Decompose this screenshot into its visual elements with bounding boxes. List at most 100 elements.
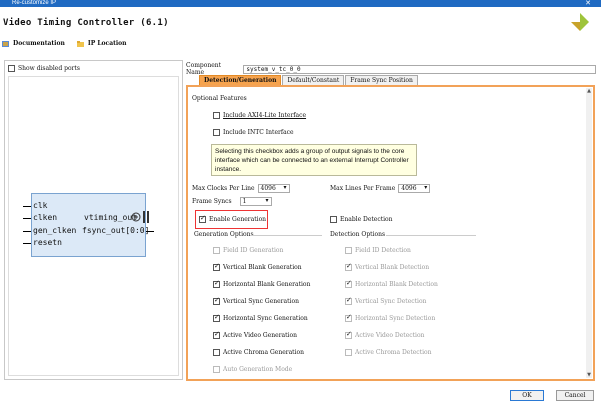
pin-line (23, 231, 31, 232)
enable-generation-option[interactable]: Enable Generation (199, 214, 267, 223)
close-icon[interactable]: ✕ (585, 0, 591, 7)
frame-syncs-field: Frame Syncs 1 ▾ (192, 197, 272, 206)
gen-option-label: Vertical Sync Generation (223, 298, 299, 305)
det-option[interactable]: Horizontal Sync Detection (345, 313, 436, 322)
max-clocks-field: Max Clocks Per Line 4096 ▾ (192, 184, 290, 193)
show-disabled-ports-checkbox[interactable] (8, 65, 15, 72)
port-clken: clken (33, 213, 58, 222)
page-title: Video Timing Controller (6.1) (3, 18, 169, 28)
book-icon (2, 40, 9, 47)
gen-option[interactable]: Vertical Blank Generation (213, 262, 302, 271)
gen-option[interactable]: Horizontal Blank Generation (213, 279, 311, 288)
tooltip: Selecting this checkbox adds a group of … (211, 144, 417, 176)
include-axi4-lite-checkbox[interactable] (213, 112, 220, 119)
det-option-checkbox[interactable] (345, 262, 352, 271)
det-option-label: Vertical Sync Detection (355, 298, 427, 305)
frame-syncs-select[interactable]: 1 ▾ (239, 197, 272, 206)
cancel-button[interactable]: Cancel (556, 390, 594, 401)
gen-option[interactable]: Auto Generation Mode (213, 366, 292, 373)
det-option-checkbox[interactable] (345, 313, 352, 322)
enable-detection-label: Enable Detection (340, 216, 393, 223)
config-panel: Component Name system_v_tc_0_0 Detection… (186, 60, 596, 387)
max-lines-field: Max Lines Per Frame 4096 ▾ (330, 184, 431, 193)
pin-line (23, 206, 31, 207)
scroll-up-icon[interactable]: ▲ (586, 88, 592, 94)
gen-option-checkbox[interactable] (213, 296, 220, 305)
det-option-checkbox[interactable] (345, 349, 352, 356)
gen-option-label: Vertical Blank Generation (223, 264, 302, 271)
tab-detection-generation[interactable]: Detection/Generation (199, 75, 282, 85)
optional-features-heading: Optional Features (192, 95, 247, 102)
gen-option-checkbox[interactable] (213, 279, 220, 288)
gen-option-checkbox[interactable] (213, 330, 220, 339)
gen-option-label: Horizontal Blank Generation (223, 281, 311, 288)
det-option[interactable]: Vertical Blank Detection (345, 262, 430, 271)
component-name-label: Component Name (186, 62, 222, 76)
interface-plus-icon[interactable] (131, 210, 153, 224)
documentation-link[interactable]: Documentation (2, 40, 69, 47)
enable-generation-label: Enable Generation (209, 216, 267, 223)
det-option[interactable]: Horizontal Blank Detection (345, 279, 438, 288)
header-links: Documentation IP Location (0, 40, 135, 54)
det-option-label: Active Video Detection (355, 332, 425, 339)
include-intc-option[interactable]: Include INTC Interface (213, 129, 294, 136)
det-option[interactable]: Active Video Detection (345, 330, 425, 339)
max-lines-select[interactable]: 4096 ▾ (398, 184, 431, 193)
gen-option-checkbox[interactable] (213, 366, 220, 373)
det-option-label: Vertical Blank Detection (355, 264, 430, 271)
det-option[interactable]: Field ID Detection (345, 247, 411, 254)
max-lines-label: Max Lines Per Frame (330, 185, 396, 192)
xilinx-logo-icon (571, 13, 589, 31)
tab-default-constant[interactable]: Default/Constant (282, 75, 345, 85)
gen-option-checkbox[interactable] (213, 349, 220, 356)
gen-option-checkbox[interactable] (213, 313, 220, 322)
include-intc-checkbox[interactable] (213, 129, 220, 136)
ip-block-symbol (31, 193, 146, 257)
tab-frame-sync-position[interactable]: Frame Sync Position (345, 75, 418, 85)
header: Video Timing Controller (6.1) (0, 7, 601, 37)
ip-location-link[interactable]: IP Location (76, 40, 131, 47)
max-lines-value: 4096 (401, 185, 417, 192)
component-name-row: Component Name system_v_tc_0_0 (186, 62, 596, 76)
enable-detection-checkbox[interactable] (330, 216, 337, 223)
port-resetn: resetn (33, 238, 62, 247)
det-option-checkbox[interactable] (345, 330, 352, 339)
scroll-down-icon[interactable]: ▼ (586, 372, 592, 378)
max-clocks-label: Max Clocks Per Line (192, 185, 255, 192)
component-name-input[interactable]: system_v_tc_0_0 (243, 64, 596, 74)
frame-syncs-label: Frame Syncs (192, 198, 232, 205)
max-clocks-select[interactable]: 4096 ▾ (257, 184, 290, 193)
gen-option-label: Active Video Generation (223, 332, 297, 339)
gen-option-checkbox[interactable] (213, 262, 220, 271)
det-option-checkbox[interactable] (345, 296, 352, 305)
max-clocks-value: 4096 (260, 185, 276, 192)
divider (250, 235, 322, 236)
gen-option-checkbox[interactable] (213, 247, 220, 254)
det-option-checkbox[interactable] (345, 247, 352, 254)
ok-button[interactable]: OK (510, 390, 544, 401)
det-option[interactable]: Active Chroma Detection (345, 349, 431, 356)
divider (386, 235, 476, 236)
include-axi4-lite-option[interactable]: Include AXI4-Lite Interface (213, 112, 306, 119)
det-option-label: Active Chroma Detection (355, 349, 432, 356)
port-fsync-out: fsync_out[0:0] (82, 226, 150, 235)
enable-generation-checkbox[interactable] (199, 214, 206, 223)
gen-option[interactable]: Active Video Generation (213, 330, 297, 339)
gen-option[interactable]: Active Chroma Generation (213, 349, 304, 356)
enable-detection-option[interactable]: Enable Detection (330, 216, 393, 223)
port-vtiming-out: vtiming_out (84, 213, 137, 222)
det-option-label: Horizontal Sync Detection (355, 315, 436, 322)
gen-option[interactable]: Horizontal Sync Generation (213, 313, 308, 322)
port-clk: clk (33, 201, 48, 210)
port-gen-clken: gen_clken (33, 226, 77, 235)
generation-options-heading: Generation Options (194, 231, 254, 238)
vertical-scrollbar[interactable]: ▲ ▼ (586, 88, 592, 378)
gen-option-label: Field ID Generation (223, 247, 284, 254)
show-disabled-ports-row[interactable]: Show disabled ports (8, 65, 80, 72)
det-option[interactable]: Vertical Sync Detection (345, 296, 427, 305)
gen-option[interactable]: Field ID Generation (213, 247, 283, 254)
frame-syncs-value: 1 (242, 198, 247, 205)
ip-location-label: IP Location (87, 40, 127, 47)
gen-option[interactable]: Vertical Sync Generation (213, 296, 299, 305)
det-option-checkbox[interactable] (345, 279, 352, 288)
